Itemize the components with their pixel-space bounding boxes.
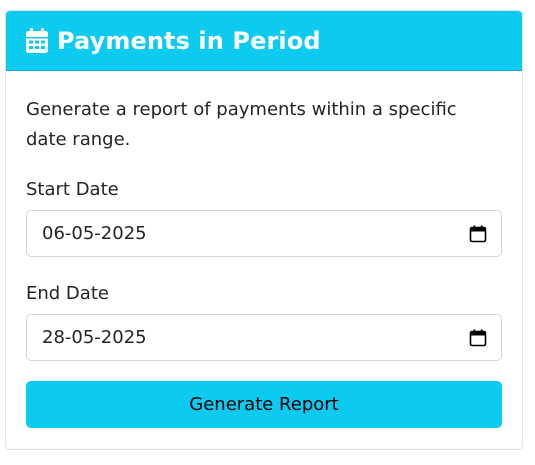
generate-report-button[interactable]: Generate Report xyxy=(26,381,502,428)
end-date-value: 28-05-2025 xyxy=(42,327,147,348)
end-date-input[interactable]: 28-05-2025 xyxy=(26,314,502,361)
card-body: Generate a report of payments within a s… xyxy=(6,95,522,428)
payments-in-period-card: Payments in Period Generate a report of … xyxy=(5,10,523,450)
calendar-picker-icon[interactable] xyxy=(469,225,487,243)
calendar-icon xyxy=(25,27,49,54)
start-date-value: 06-05-2025 xyxy=(42,223,147,244)
calendar-picker-icon[interactable] xyxy=(469,329,487,347)
start-date-label: Start Date xyxy=(26,179,119,200)
start-date-input[interactable]: 06-05-2025 xyxy=(26,210,502,257)
end-date-label: End Date xyxy=(26,283,109,304)
card-header: Payments in Period xyxy=(6,11,522,71)
card-title: Payments in Period xyxy=(57,26,321,55)
description-text: Generate a report of payments within a s… xyxy=(26,99,457,150)
